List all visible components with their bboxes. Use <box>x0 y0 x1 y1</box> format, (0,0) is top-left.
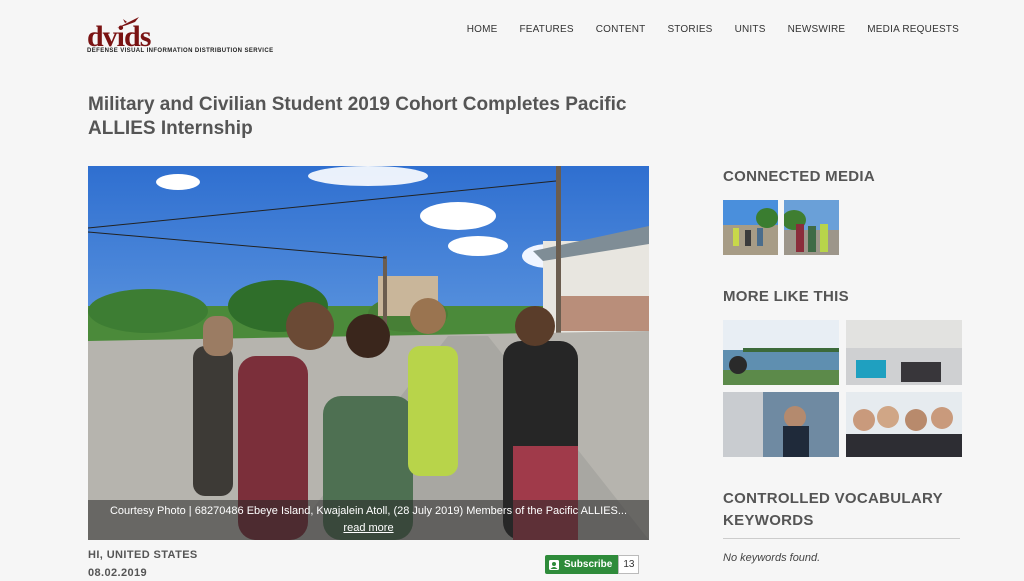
subscribe-label: Subscribe <box>564 559 613 570</box>
thumbnail-image <box>723 392 839 457</box>
no-keywords-text: No keywords found. <box>723 552 821 564</box>
site-header: dvids Defense Visual Information Distrib… <box>0 0 1024 62</box>
photo-caption: Courtesy Photo | 68270486 Ebeye Island, … <box>88 500 649 540</box>
thumbnail-image <box>846 392 962 457</box>
thumbnail-image <box>723 320 839 385</box>
nav-units[interactable]: UNITS <box>735 24 766 35</box>
logo-subtitle: Defense Visual Information Distribution … <box>87 48 274 54</box>
article-date: 08.02.2019 <box>88 567 148 579</box>
caption-text: Courtesy Photo | 68270486 Ebeye Island, … <box>109 505 628 517</box>
related-thumb-4[interactable] <box>846 392 962 457</box>
connected-media-thumb-1[interactable] <box>723 200 778 255</box>
jet-icon <box>117 17 139 28</box>
thumbnail-image <box>784 200 839 255</box>
nav-features[interactable]: FEATURES <box>520 24 574 35</box>
related-thumb-2[interactable] <box>846 320 962 385</box>
nav-content[interactable]: CONTENT <box>596 24 646 35</box>
nav-stories[interactable]: STORIES <box>667 24 712 35</box>
more-like-this-heading: MORE LIKE THIS <box>723 288 849 305</box>
thumbnail-image <box>723 200 778 255</box>
read-more-link[interactable]: read more <box>343 522 393 534</box>
subscribe-widget: Subscribe 13 <box>545 555 640 574</box>
keywords-heading: CONTROLLED VOCABULARY KEYWORDS <box>723 490 943 529</box>
keywords-divider <box>723 538 960 539</box>
connected-media-thumb-2[interactable] <box>784 200 839 255</box>
nav-home[interactable]: HOME <box>467 24 498 35</box>
related-thumb-1[interactable] <box>723 320 839 385</box>
subscriber-count: 13 <box>618 555 640 574</box>
related-thumb-3[interactable] <box>723 392 839 457</box>
street-scene-image <box>88 166 649 540</box>
nav-media-requests[interactable]: MEDIA REQUESTS <box>867 24 959 35</box>
nav-newswire[interactable]: NEWSWIRE <box>788 24 846 35</box>
article-title: Military and Civilian Student 2019 Cohor… <box>88 94 627 139</box>
featured-photo[interactable]: Courtesy Photo | 68270486 Ebeye Island, … <box>88 166 649 540</box>
subscribe-button[interactable]: Subscribe <box>545 555 619 574</box>
main-nav: HOME FEATURES CONTENT STORIES UNITS NEWS… <box>467 24 959 35</box>
thumbnail-image <box>846 320 962 385</box>
connected-media-heading: CONNECTED MEDIA <box>723 168 876 185</box>
article-location: HI, UNITED STATES <box>88 549 198 561</box>
user-icon <box>549 559 559 570</box>
dvids-logo[interactable]: dvids Defense Visual Information Distrib… <box>87 16 287 58</box>
